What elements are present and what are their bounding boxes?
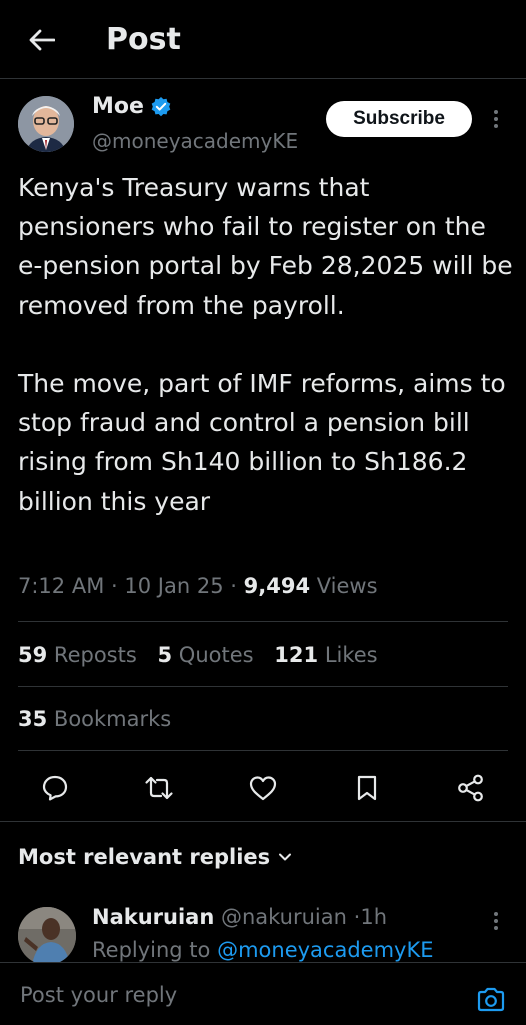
views-count: 9,494 <box>243 574 311 598</box>
quotes-label: Quotes <box>178 643 254 667</box>
back-arrow-icon[interactable] <box>22 20 62 60</box>
more-options-icon[interactable] <box>484 104 508 134</box>
views-label: Views <box>316 574 378 598</box>
quotes-stat[interactable]: 5 Quotes <box>157 643 253 667</box>
likes-count: 121 <box>274 643 319 667</box>
bookmarks-count: 35 <box>18 707 48 731</box>
reply-author-name[interactable]: Nakuruian <box>92 905 214 929</box>
reposts-label: Reposts <box>53 643 137 667</box>
reply-header: Nakuruian @nakuruian ·1h <box>92 902 387 932</box>
reply-more-options-icon[interactable] <box>484 908 508 934</box>
reply-composer <box>0 962 526 1025</box>
reply-avatar[interactable] <box>18 907 76 965</box>
divider <box>18 686 508 687</box>
reply-time: 1h <box>360 905 387 929</box>
divider <box>18 750 508 751</box>
camera-icon[interactable] <box>474 985 508 1015</box>
replying-to-line: Replying to @moneyacademyKE <box>92 935 434 965</box>
author-avatar[interactable] <box>18 96 74 152</box>
share-icon[interactable] <box>454 771 488 805</box>
subscribe-button[interactable]: Subscribe <box>326 101 472 137</box>
bookmarks-stat[interactable]: 35 Bookmarks <box>18 704 171 734</box>
likes-label: Likes <box>324 643 378 667</box>
post-date: 10 Jan 25 <box>124 574 224 598</box>
reply-sort-dropdown[interactable]: Most relevant replies <box>18 842 292 872</box>
reposts-count: 59 <box>18 643 48 667</box>
reply-input[interactable] <box>18 979 442 1011</box>
engagement-stats: 59 Reposts 5 Quotes 121 Likes <box>18 640 392 670</box>
reply-author-handle[interactable]: @nakuruian <box>221 905 347 929</box>
reply-icon[interactable] <box>38 771 72 805</box>
author-handle[interactable]: @moneyacademyKE <box>92 126 307 156</box>
like-icon[interactable] <box>246 771 280 805</box>
bookmark-icon[interactable] <box>350 771 384 805</box>
post-text: Kenya's Treasury warns that pensioners w… <box>18 173 513 516</box>
reposts-stat[interactable]: 59 Reposts <box>18 643 137 667</box>
action-bar <box>18 765 508 811</box>
chevron-down-icon <box>279 853 292 861</box>
verified-badge-icon <box>151 97 171 117</box>
meta-separator: · <box>230 574 237 598</box>
post-meta: 7:12 AM · 10 Jan 25 · 9,494 Views <box>18 571 378 601</box>
divider <box>0 821 526 822</box>
meta-separator: · <box>111 574 118 598</box>
bookmarks-label: Bookmarks <box>53 707 172 731</box>
author-name-row[interactable]: Moe <box>92 92 172 122</box>
top-bar <box>0 0 526 79</box>
replying-to-prefix: Replying to <box>92 938 211 962</box>
divider <box>18 621 508 622</box>
quotes-count: 5 <box>157 643 173 667</box>
reply-sort-label: Most relevant replies <box>18 845 271 869</box>
replying-to-link[interactable]: @moneyacademyKE <box>217 938 433 962</box>
author-name[interactable]: Moe <box>92 92 144 122</box>
likes-stat[interactable]: 121 Likes <box>274 643 377 667</box>
repost-icon[interactable] <box>142 771 176 805</box>
page-title: Post <box>106 22 181 57</box>
post-time: 7:12 AM <box>18 574 105 598</box>
